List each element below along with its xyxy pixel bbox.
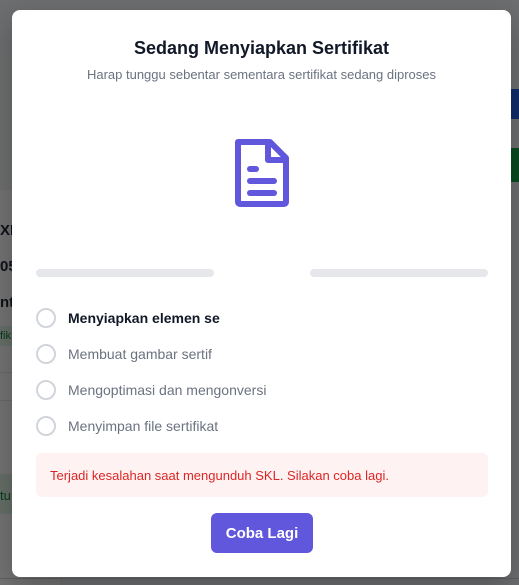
step-item: Menyimpan file sertifikat — [36, 408, 488, 444]
step-circle-icon — [36, 344, 56, 364]
document-icon — [235, 139, 289, 207]
modal-title: Sedang Menyiapkan Sertifikat — [133, 38, 390, 58]
step-circle-icon — [36, 380, 56, 400]
step-item: Menyiapkan elemen se — [36, 300, 488, 336]
step-circle-icon — [36, 416, 56, 436]
error-message: Terjadi kesalahan saat mengunduh SKL. Si… — [50, 467, 389, 483]
retry-button[interactable]: Coba Lagi — [211, 513, 313, 553]
step-list: Menyiapkan elemen se Membuat gambar sert… — [36, 300, 488, 444]
step-item: Mengoptimasi dan mengonversi — [36, 372, 488, 408]
modal-subtitle: Harap tunggu sebentar sementara sertifik… — [86, 67, 437, 82]
step-circle-icon — [36, 308, 56, 328]
certificate-modal: Sedang Menyiapkan Sertifikat Harap tungg… — [12, 10, 511, 577]
step-label: Mengoptimasi dan mengonversi — [68, 382, 267, 398]
step-label: Menyimpan file sertifikat — [68, 418, 219, 434]
progress-bar — [36, 269, 488, 277]
progress-track — [36, 269, 214, 277]
step-item: Membuat gambar sertif — [36, 336, 488, 372]
step-label: Membuat gambar sertif — [68, 346, 212, 362]
error-alert: Terjadi kesalahan saat mengunduh SKL. Si… — [36, 453, 488, 497]
step-label: Menyiapkan elemen se — [68, 310, 220, 326]
progress-track — [310, 269, 488, 277]
